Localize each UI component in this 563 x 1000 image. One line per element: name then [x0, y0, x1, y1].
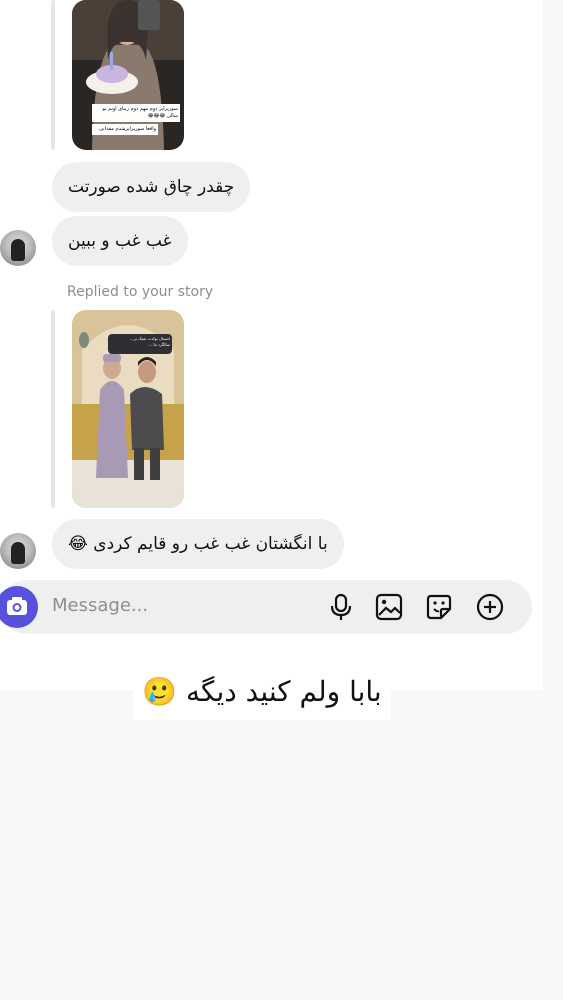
message-text: چقدر چاق شده صورتت — [68, 177, 235, 197]
message-input[interactable]: Message... — [52, 595, 148, 616]
message-bubble[interactable]: غب غب و ببین — [52, 216, 188, 266]
camera-icon — [7, 597, 27, 615]
story-caption-line: سورپرایز دوم مهم دوم زیبای اونم تو — [102, 106, 178, 112]
story-caption-2a: امسال تولدت شیک تر... سالگرد ما ... — [110, 336, 170, 348]
message-text: با انگشتان غب غب رو قایم کردی 😂 — [68, 534, 328, 554]
message-composer: Message... — [0, 580, 532, 634]
message-bubble[interactable]: با انگشتان غب غب رو قایم کردی 😂 — [52, 519, 344, 569]
avatar-figure — [11, 542, 25, 564]
reply-indicator-bar — [51, 0, 55, 150]
overlay-caption: بابا ولم کنید دیگه 🥲 — [133, 664, 391, 720]
story-caption-line: سالگرد ما ... — [148, 342, 170, 347]
story-caption-line: امسال تولدت شیک تر... — [129, 336, 170, 341]
story-thumbnail-1[interactable]: سورپرایز دوم مهم دوم زیبای اونم تو سالن … — [72, 0, 184, 150]
story-caption-2: واقعا سورپرایزشدم مقدایی — [92, 124, 158, 135]
sender-avatar[interactable] — [0, 533, 36, 569]
chat-thread: سورپرایز دوم مهم دوم زیبای اونم تو سالن … — [0, 0, 543, 690]
sticker-icon[interactable] — [425, 593, 453, 621]
camera-button[interactable] — [0, 586, 38, 628]
story-caption-1: سورپرایز دوم مهم دوم زیبای اونم تو سالن … — [92, 104, 180, 122]
story-caption-line: واقعا سورپرایزشدم مقدایی — [99, 126, 156, 132]
replied-to-story-label: Replied to your story — [67, 284, 214, 300]
message-bubble[interactable]: چقدر چاق شده صورتت — [52, 162, 251, 212]
message-text: غب غب و ببین — [68, 231, 172, 251]
sender-avatar[interactable] — [0, 230, 36, 266]
story-caption-line: سالن 😂😂😂 — [147, 113, 178, 119]
overlay-caption-text: بابا ولم کنید دیگه 🥲 — [142, 675, 382, 708]
microphone-icon[interactable] — [327, 593, 355, 621]
gallery-icon[interactable] — [375, 593, 403, 621]
avatar-figure — [11, 239, 25, 261]
reply-indicator-bar — [51, 310, 55, 508]
plus-icon[interactable] — [476, 593, 504, 621]
story-thumbnail-2[interactable]: امسال تولدت شیک تر... سالگرد ما ... — [72, 310, 184, 508]
